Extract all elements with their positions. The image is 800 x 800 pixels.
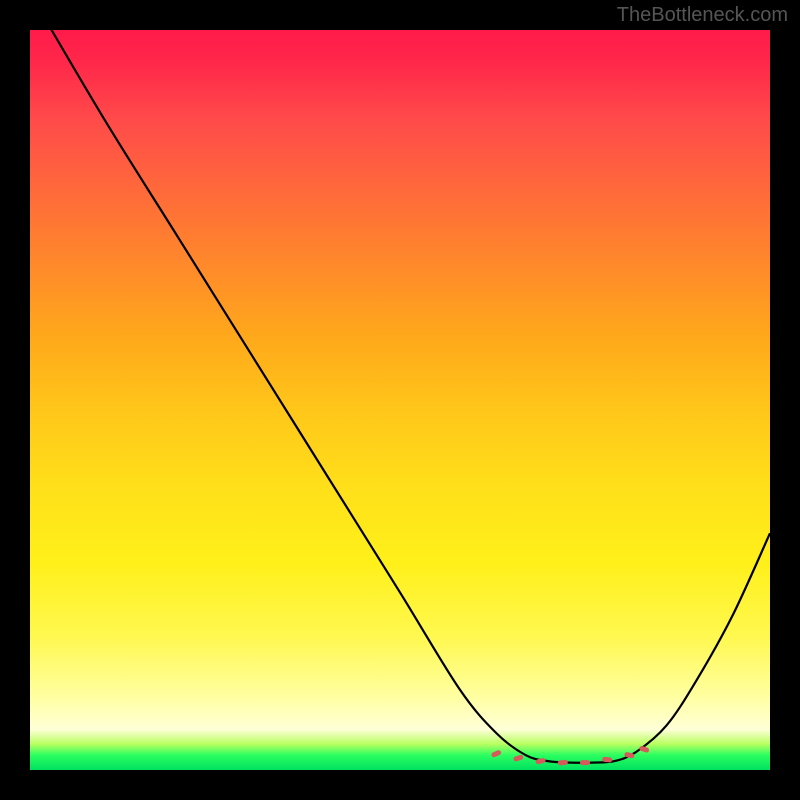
bottleneck-curve [30,30,770,763]
plot-area [30,30,770,770]
marker-dot [558,760,568,766]
marker-dot [513,754,524,762]
chart-svg [30,30,770,770]
marker-dot [580,760,590,765]
watermark-text: TheBottleneck.com [617,4,788,27]
marker-dot [491,749,502,758]
